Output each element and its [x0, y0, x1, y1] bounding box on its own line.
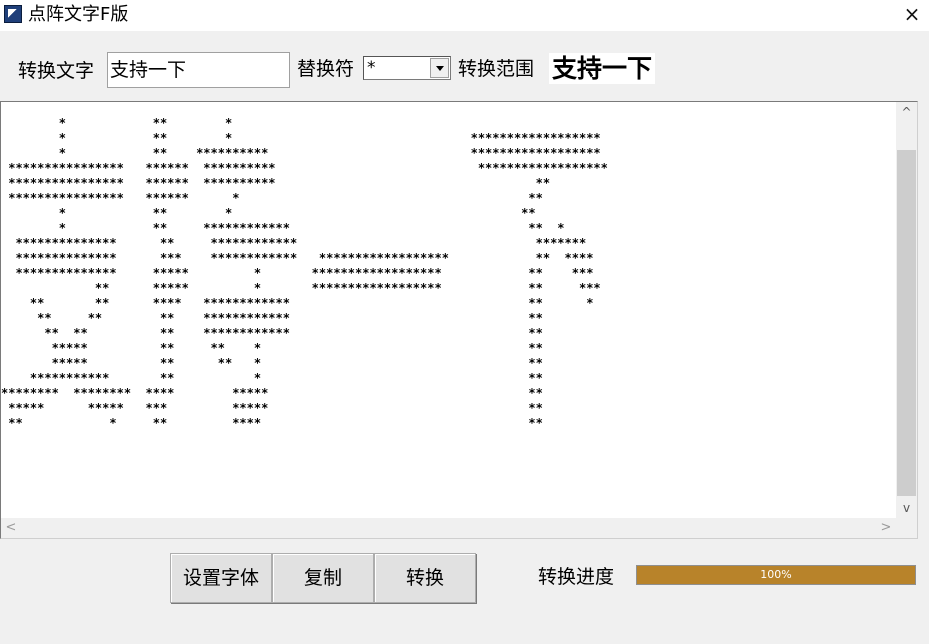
- horizontal-scrollbar[interactable]: < >: [1, 518, 896, 538]
- progress-bar: 100%: [636, 565, 916, 585]
- convert-button[interactable]: 转换: [374, 553, 476, 603]
- scroll-down-icon[interactable]: v: [896, 498, 917, 518]
- range-preview: 支持一下: [549, 53, 655, 84]
- replace-char-select[interactable]: *: [363, 56, 451, 80]
- scroll-thumb[interactable]: [897, 150, 916, 496]
- scroll-right-icon[interactable]: >: [876, 518, 896, 538]
- close-button[interactable]: ×: [895, 0, 929, 31]
- copy-button[interactable]: 复制: [272, 553, 374, 603]
- output-textarea[interactable]: * ** * * ** * ****************** * ** **…: [0, 101, 918, 539]
- text-label: 转换文字: [18, 60, 95, 82]
- set-font-button[interactable]: 设置字体: [170, 553, 272, 603]
- replace-char-value: *: [367, 58, 376, 78]
- ascii-art-output: * ** * * ** * ****************** * ** **…: [1, 116, 608, 430]
- text-input[interactable]: 支持一下: [107, 52, 290, 88]
- progress-text: 100%: [760, 568, 792, 581]
- char-label: 替换符: [297, 58, 355, 80]
- scroll-up-icon[interactable]: ^: [896, 102, 917, 122]
- vertical-scrollbar[interactable]: ^ v: [896, 102, 917, 518]
- app-icon: [4, 5, 22, 23]
- chevron-down-icon[interactable]: [430, 58, 449, 78]
- window-title: 点阵文字F版: [28, 4, 129, 25]
- scrollbar-corner: [896, 518, 917, 538]
- progress-label: 转换进度: [538, 566, 615, 588]
- range-label: 转换范围: [458, 58, 535, 80]
- title-bar: 点阵文字F版 ×: [0, 0, 929, 31]
- scroll-left-icon[interactable]: <: [1, 518, 21, 538]
